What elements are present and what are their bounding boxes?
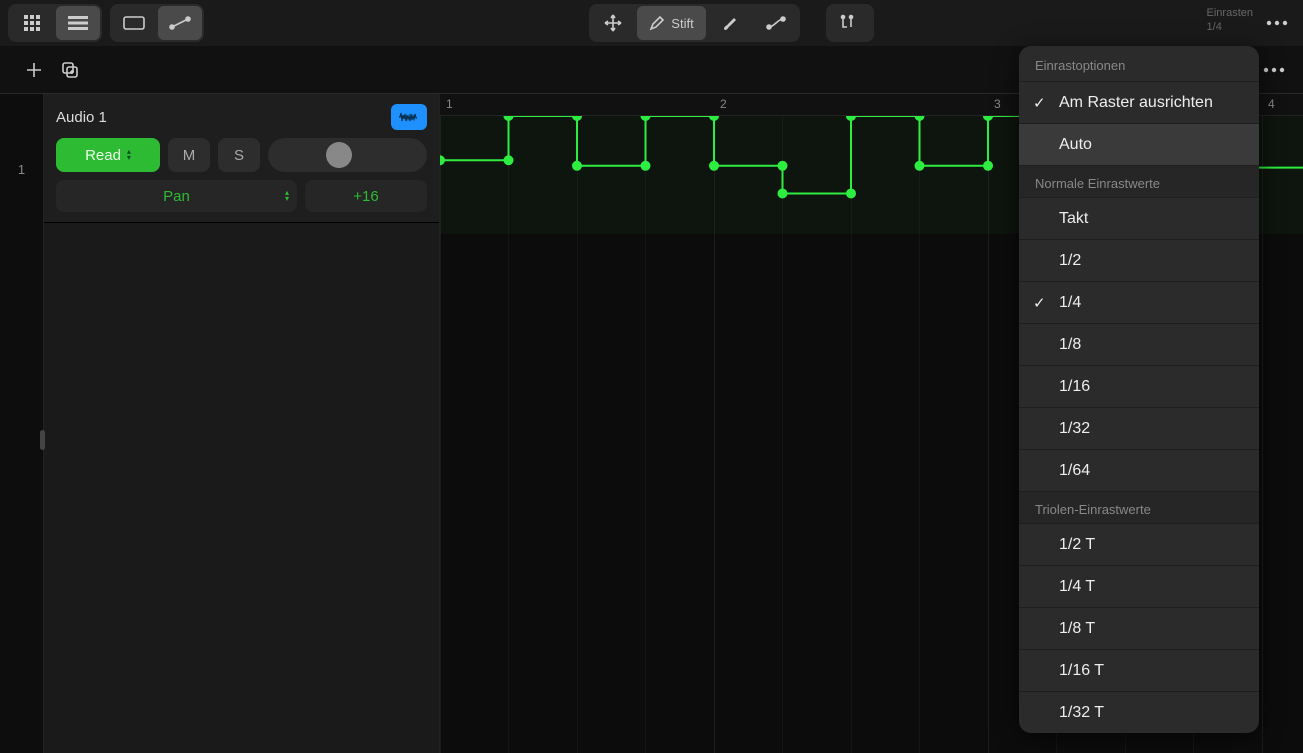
grid-icon [23, 14, 41, 32]
snap-16-t-item[interactable]: 1/16 T [1019, 649, 1259, 691]
pencil-icon [649, 15, 665, 31]
snap-eighth-t-item[interactable]: 1/8 T [1019, 607, 1259, 649]
automation-node[interactable] [846, 116, 856, 121]
track-more-button[interactable] [1263, 67, 1285, 73]
automation-node[interactable] [983, 161, 993, 171]
top-toolbar: Stift Einrasten 1/4 [0, 0, 1303, 46]
grid-view-button[interactable] [10, 6, 54, 40]
view-mode-group [8, 4, 102, 42]
solo-button[interactable]: S [218, 138, 260, 172]
automation-node[interactable] [440, 155, 445, 165]
track-name[interactable]: Audio 1 [56, 109, 107, 126]
mute-button[interactable]: M [168, 138, 210, 172]
move-icon [603, 13, 623, 33]
snap-options-title: Einrastoptionen [1019, 46, 1259, 81]
automation-param-select[interactable]: Pan ▴▾ [56, 180, 297, 212]
ruler-bar-2: 2 [720, 97, 727, 111]
waveform-icon [398, 110, 420, 124]
duplicate-track-button[interactable] [60, 60, 80, 80]
snap-indicator[interactable]: Einrasten 1/4 [1207, 6, 1253, 34]
duplicate-icon [60, 60, 80, 80]
volume-slider[interactable] [268, 138, 427, 172]
snap-32-t-item[interactable]: 1/32 T [1019, 691, 1259, 733]
snap-eighth-item[interactable]: 1/8 [1019, 323, 1259, 365]
region-tool-group [110, 4, 204, 42]
automation-node[interactable] [778, 161, 788, 171]
ellipsis-icon [1263, 67, 1285, 73]
automation-node[interactable] [709, 161, 719, 171]
curve-tool-button[interactable] [754, 6, 798, 40]
automation-node[interactable] [709, 116, 719, 121]
snap-normal-header: Normale Einrastwerte [1019, 165, 1259, 197]
automation-node[interactable] [641, 161, 651, 171]
snap-quarter-item[interactable]: ✓ 1/4 [1019, 281, 1259, 323]
volume-handle[interactable] [326, 142, 352, 168]
automation-node[interactable] [846, 188, 856, 198]
track-block: Audio 1 Read ▴▾ M S [44, 94, 439, 223]
rectangle-icon [123, 15, 145, 31]
pen-tool-label: Stift [671, 16, 693, 31]
automation-param-value[interactable]: +16 [305, 180, 427, 212]
region-button[interactable] [112, 6, 156, 40]
brush-tool-button[interactable] [708, 6, 752, 40]
snap-triplet-header: Triolen-Einrastwerte [1019, 491, 1259, 523]
automation-node[interactable] [778, 188, 788, 198]
automation-node[interactable] [983, 116, 993, 121]
panel-resize-handle[interactable] [40, 430, 45, 450]
brush-icon [721, 14, 739, 32]
check-icon: ✓ [1033, 94, 1046, 112]
move-tool-button[interactable] [591, 6, 635, 40]
rows-icon [68, 15, 88, 31]
automation-icon [169, 15, 191, 31]
ruler-bar-4: 4 [1268, 97, 1275, 111]
automation-node[interactable] [572, 161, 582, 171]
track-inspector-panel: Audio 1 Read ▴▾ M S [44, 94, 440, 753]
plus-icon [24, 60, 44, 80]
automation-node[interactable] [915, 116, 925, 121]
automation-node[interactable] [572, 116, 582, 121]
track-number-column: 1 [0, 94, 44, 753]
automation-node[interactable] [915, 161, 925, 171]
pen-tool-button[interactable]: Stift [637, 6, 705, 40]
snap-64-item[interactable]: 1/64 [1019, 449, 1259, 491]
track-type-button[interactable] [391, 104, 427, 130]
chevron-up-down-icon: ▴▾ [285, 190, 289, 202]
edit-tool-group: Stift [589, 4, 799, 42]
snap-half-item[interactable]: 1/2 [1019, 239, 1259, 281]
automation-param-label: Pan [163, 188, 190, 205]
snap-label: Einrasten [1207, 6, 1253, 20]
snap-16-item[interactable]: 1/16 [1019, 365, 1259, 407]
curve-icon [766, 15, 786, 31]
snap-quarter-t-item[interactable]: 1/4 T [1019, 565, 1259, 607]
trim-icon [840, 14, 860, 32]
snap-to-grid-item[interactable]: ✓ Am Raster ausrichten [1019, 81, 1259, 123]
ruler-bar-3: 3 [994, 97, 1001, 111]
check-icon: ✓ [1033, 294, 1046, 312]
track-number[interactable]: 1 [0, 162, 43, 177]
list-view-button[interactable] [56, 6, 100, 40]
snap-half-t-item[interactable]: 1/2 T [1019, 523, 1259, 565]
add-track-button[interactable] [24, 60, 44, 80]
snap-options-menu: Einrastoptionen ✓ Am Raster ausrichten A… [1019, 46, 1259, 733]
more-options-button[interactable] [1259, 6, 1295, 40]
snap-value: 1/4 [1207, 20, 1253, 34]
automation-node[interactable] [641, 116, 651, 121]
chevron-up-down-icon: ▴▾ [127, 149, 131, 161]
automation-curve-button[interactable] [158, 6, 202, 40]
automation-mode-button[interactable]: Read ▴▾ [56, 138, 160, 172]
automation-node[interactable] [504, 116, 514, 121]
automation-node[interactable] [504, 155, 514, 165]
trim-tool-group [826, 4, 874, 42]
automation-mode-label: Read [85, 147, 121, 164]
snap-32-item[interactable]: 1/32 [1019, 407, 1259, 449]
trim-tool-button[interactable] [828, 6, 872, 40]
snap-auto-item[interactable]: Auto [1019, 123, 1259, 165]
ellipsis-icon [1266, 20, 1288, 26]
ruler-bar-1: 1 [446, 97, 453, 111]
snap-bar-item[interactable]: Takt [1019, 197, 1259, 239]
